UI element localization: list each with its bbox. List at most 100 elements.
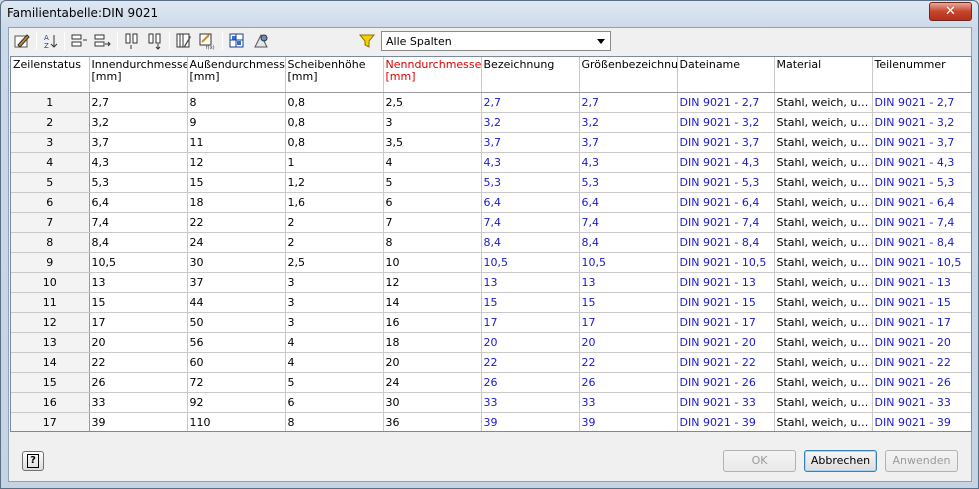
table-cell[interactable]: DIN 9021 - 33 — [677, 392, 775, 413]
expression-icon[interactable]: f(x) — [196, 31, 218, 51]
row-status-cell[interactable]: 9 — [11, 252, 90, 273]
table-cell[interactable]: 3,2 — [481, 112, 580, 133]
table-cell[interactable]: Stahl, weich, unle... — [774, 152, 873, 173]
table-cell[interactable]: 4 — [285, 332, 384, 353]
table-cell[interactable]: 39 — [89, 412, 188, 431]
column-filter-select[interactable]: Alle Spalten — [381, 31, 611, 51]
table-cell[interactable]: 2,7 — [579, 92, 678, 113]
table-cell[interactable]: 39 — [481, 412, 580, 431]
insert-column-right-icon[interactable] — [144, 31, 166, 51]
table-cell[interactable]: 10,5 — [89, 252, 188, 273]
table-cell[interactable]: Stahl, weich, unle... — [774, 372, 873, 393]
table-cell[interactable]: 22 — [187, 212, 286, 233]
table-cell[interactable]: Stahl, weich, unle... — [774, 232, 873, 253]
table-cell[interactable]: 17 — [481, 312, 580, 333]
table-cell[interactable]: DIN 9021 - 2,7 — [872, 92, 971, 113]
table-cell[interactable]: DIN 9021 - 4,3 — [872, 152, 971, 173]
table-cell[interactable]: 1,2 — [285, 172, 384, 193]
table-cell[interactable]: 6,4 — [89, 192, 188, 213]
table-cell[interactable]: 20 — [89, 332, 188, 353]
table-cell[interactable]: 6,4 — [481, 192, 580, 213]
table-row[interactable]: 16 33 92 6 30 33 33 DIN 9021 - 33 Stahl, weich, … — [11, 392, 971, 413]
table-cell[interactable]: 24 — [383, 372, 482, 393]
column-header[interactable]: Größenbezeichnung — [579, 57, 678, 93]
table-row[interactable]: 12 17 50 3 16 17 17 DIN 9021 - 17 Stahl, weich, … — [11, 312, 971, 333]
table-row[interactable]: 1 2,7 8 0,8 2,5 2,7 2,7 DIN 9021 - 2,7 Stahl, we… — [11, 92, 971, 113]
table-cell[interactable]: DIN 9021 - 15 — [872, 292, 971, 313]
table-cell[interactable]: DIN 9021 - 15 — [677, 292, 775, 313]
table-cell[interactable]: DIN 9021 - 22 — [677, 352, 775, 373]
table-cell[interactable]: 13 — [89, 272, 188, 293]
table-cell[interactable]: 18 — [187, 192, 286, 213]
table-cell[interactable]: 30 — [383, 392, 482, 413]
table-cell[interactable]: 12 — [187, 152, 286, 173]
table-cell[interactable]: DIN 9021 - 8,4 — [677, 232, 775, 253]
edit-icon[interactable] — [11, 31, 33, 51]
table-cell[interactable]: 8,4 — [579, 232, 678, 253]
family-generate-icon[interactable] — [250, 31, 272, 51]
table-cell[interactable]: DIN 9021 - 7,4 — [872, 212, 971, 233]
row-status-cell[interactable]: 3 — [11, 132, 90, 153]
table-cell[interactable]: 37 — [187, 272, 286, 293]
table-row[interactable]: 11 15 44 3 14 15 15 DIN 9021 - 15 Stahl, weich, … — [11, 292, 971, 313]
table-cell[interactable]: 92 — [187, 392, 286, 413]
table-row[interactable]: 5 5,3 15 1,2 5 5,3 5,3 DIN 9021 - 5,3 Stahl, wei… — [11, 172, 971, 193]
table-cell[interactable]: 2,7 — [481, 92, 580, 113]
table-cell[interactable]: 22 — [481, 352, 580, 373]
table-cell[interactable]: 6 — [285, 392, 384, 413]
column-header[interactable]: Dateiname — [677, 57, 775, 93]
table-cell[interactable]: 39 — [579, 412, 678, 431]
table-row[interactable]: 3 3,7 11 0,8 3,5 3,7 3,7 DIN 9021 - 3,7 Stahl, w… — [11, 132, 971, 153]
table-row[interactable]: 8 8,4 24 2 8 8,4 8,4 DIN 9021 - 8,4 Stahl, weich… — [11, 232, 971, 253]
table-cell[interactable]: DIN 9021 - 8,4 — [872, 232, 971, 253]
table-cell[interactable]: 7 — [383, 212, 482, 233]
row-status-cell[interactable]: 6 — [11, 192, 90, 213]
ok-button[interactable]: OK — [723, 450, 796, 472]
table-cell[interactable]: 110 — [187, 412, 286, 431]
table-cell[interactable]: DIN 9021 - 3,7 — [872, 132, 971, 153]
table-cell[interactable]: 24 — [187, 232, 286, 253]
table-row[interactable]: 2 3,2 9 0,8 3 3,2 3,2 DIN 9021 - 3,2 Stahl, weic… — [11, 112, 971, 133]
row-status-cell[interactable]: 1 — [11, 92, 90, 113]
table-cell[interactable]: DIN 9021 - 13 — [677, 272, 775, 293]
table-cell[interactable]: 8 — [187, 92, 286, 113]
table-cell[interactable]: 3 — [285, 272, 384, 293]
table-cell[interactable]: DIN 9021 - 6,4 — [872, 192, 971, 213]
table-cell[interactable]: 33 — [481, 392, 580, 413]
column-header[interactable]: Nenndurchmesser [mm] — [383, 57, 482, 93]
table-cell[interactable]: 36 — [383, 412, 482, 431]
table-cell[interactable]: DIN 9021 - 13 — [872, 272, 971, 293]
table-cell[interactable]: 3,2 — [89, 112, 188, 133]
table-row[interactable]: 14 22 60 4 20 22 22 DIN 9021 - 22 Stahl, weich, … — [11, 352, 971, 373]
table-cell[interactable]: Stahl, weich, unle... — [774, 252, 873, 273]
table-options-icon[interactable] — [226, 31, 248, 51]
table-cell[interactable]: 20 — [383, 352, 482, 373]
row-status-cell[interactable]: 17 — [11, 412, 90, 431]
table-cell[interactable]: 0,8 — [285, 112, 384, 133]
table-cell[interactable]: 3 — [285, 292, 384, 313]
table-cell[interactable]: DIN 9021 - 26 — [872, 372, 971, 393]
table-cell[interactable]: 4 — [285, 352, 384, 373]
table-cell[interactable]: Stahl, weich, unle... — [774, 352, 873, 373]
table-cell[interactable]: 3 — [383, 112, 482, 133]
table-row[interactable]: 17 39 110 8 36 39 39 DIN 9021 - 39 Stahl, weich,… — [11, 412, 971, 431]
table-cell[interactable]: DIN 9021 - 3,2 — [872, 112, 971, 133]
table-cell[interactable]: 8 — [383, 232, 482, 253]
table-cell[interactable]: 15 — [579, 292, 678, 313]
table-cell[interactable]: 11 — [187, 132, 286, 153]
table-cell[interactable]: DIN 9021 - 3,7 — [677, 132, 775, 153]
table-cell[interactable]: DIN 9021 - 3,2 — [677, 112, 775, 133]
table-cell[interactable]: Stahl, weich, unle... — [774, 332, 873, 353]
table-cell[interactable]: Stahl, weich, unle... — [774, 292, 873, 313]
table-cell[interactable]: 3,7 — [579, 132, 678, 153]
table-cell[interactable]: 13 — [481, 272, 580, 293]
table-cell[interactable]: 7,4 — [481, 212, 580, 233]
table-cell[interactable]: 16 — [383, 312, 482, 333]
table-cell[interactable]: 8,4 — [481, 232, 580, 253]
table-cell[interactable]: DIN 9021 - 5,3 — [872, 172, 971, 193]
table-cell[interactable]: 15 — [89, 292, 188, 313]
table-cell[interactable]: 15 — [187, 172, 286, 193]
title-bar[interactable]: Familientabelle:DIN 9021 ✕ — [1, 1, 978, 27]
column-header[interactable]: Scheibenhöhe [mm] — [285, 57, 384, 93]
column-properties-icon[interactable] — [173, 31, 195, 51]
